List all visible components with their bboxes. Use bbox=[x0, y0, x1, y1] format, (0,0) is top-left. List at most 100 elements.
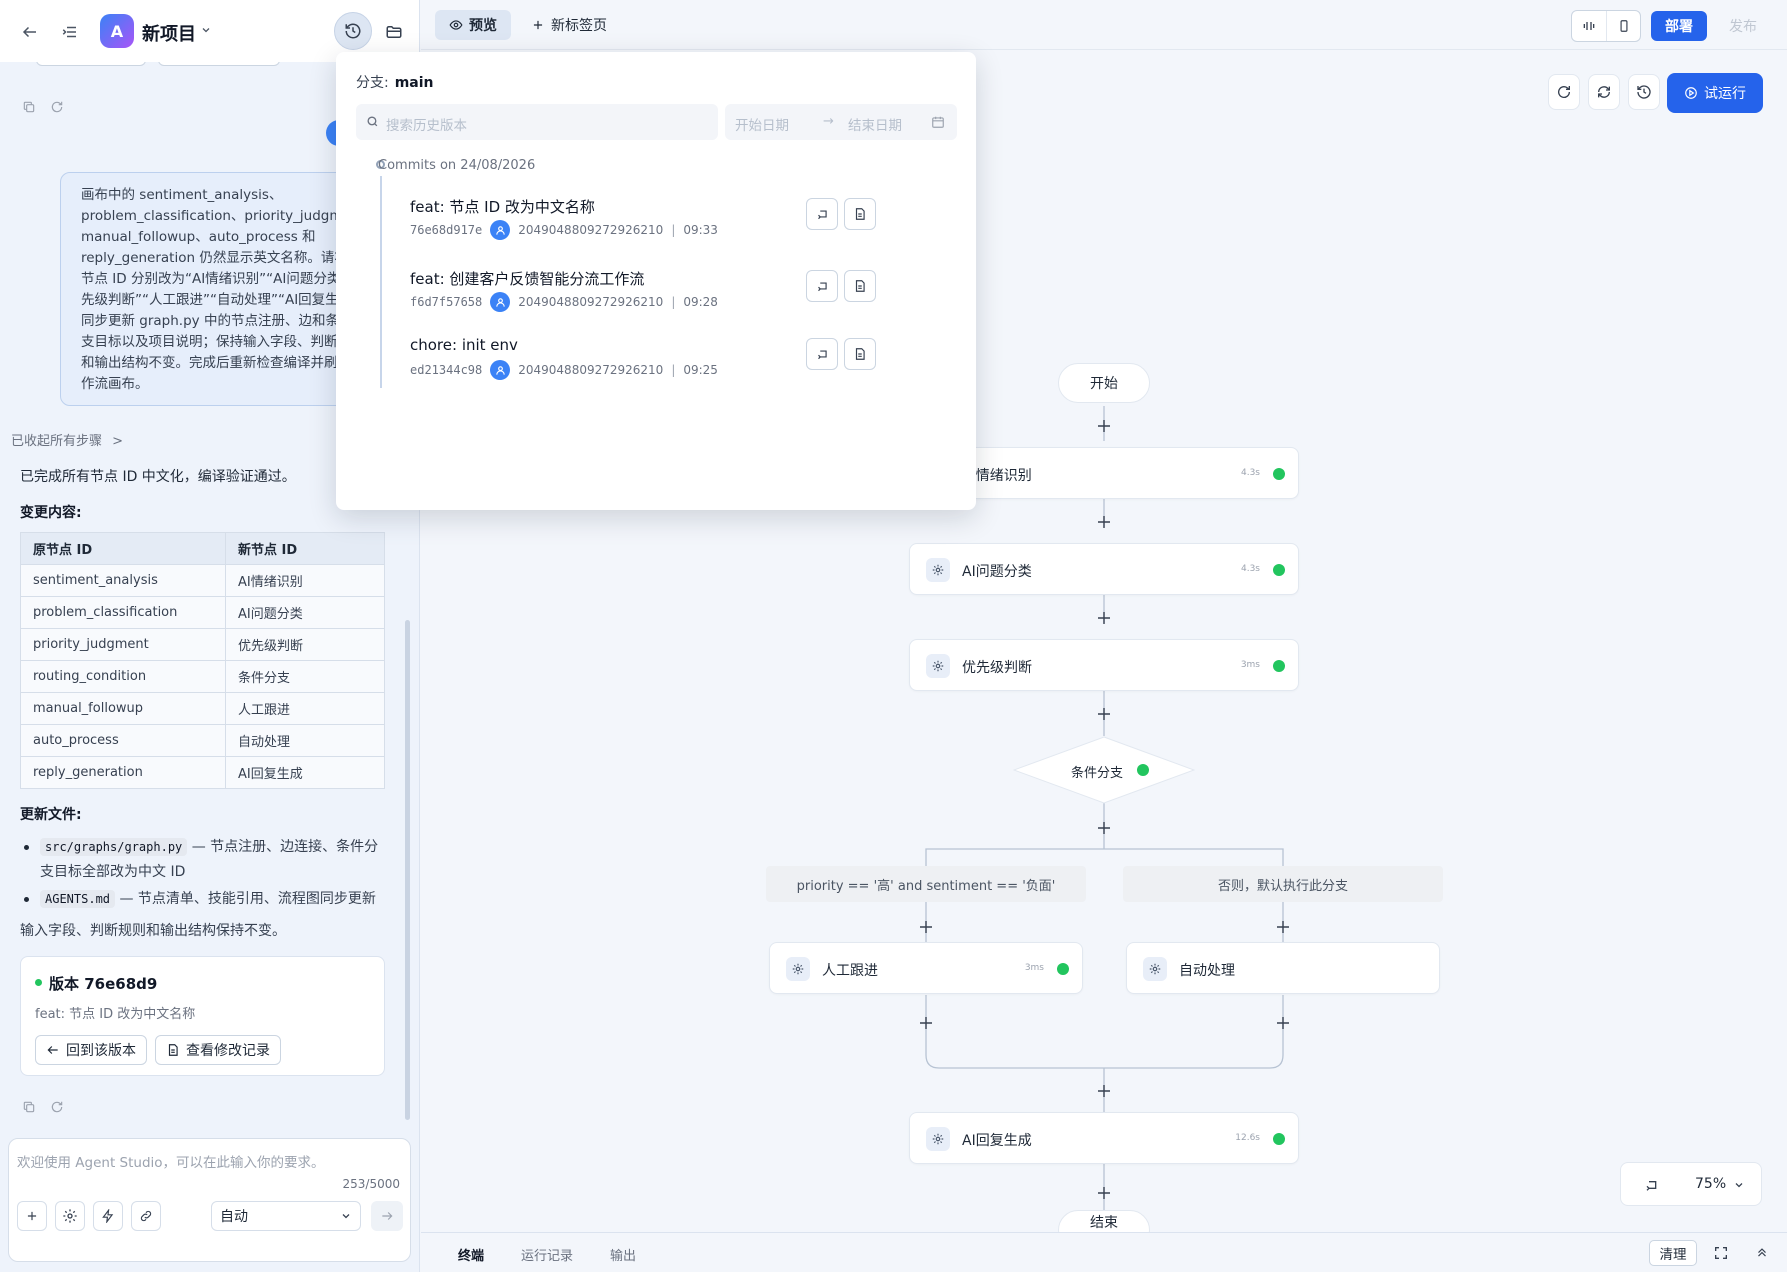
commit-item[interactable]: feat: 节点 ID 改为中文名称 76e68d917e 2049048809… bbox=[410, 196, 950, 256]
node-priority[interactable]: 优先级判断 3ms bbox=[909, 639, 1299, 691]
revert-version-label: 回到该版本 bbox=[66, 1043, 136, 1059]
revert-commit-button[interactable] bbox=[806, 270, 838, 302]
chat-input-box[interactable]: 欢迎使用 Agent Studio，可以在此输入你的要求。 253/5000 自… bbox=[8, 1138, 411, 1262]
table-cell: AI回复生成 bbox=[225, 756, 385, 789]
start-date-field[interactable]: 开始日期 bbox=[735, 114, 789, 134]
commit-meta: ed21344c98 2049048809272926210 | 09:25 bbox=[410, 360, 718, 380]
deploy-button[interactable]: 部署 bbox=[1651, 11, 1707, 41]
condition-node[interactable]: 条件分支 bbox=[1013, 736, 1195, 804]
node-label: AI问题分类 bbox=[962, 564, 1032, 580]
clear-button[interactable]: 清理 bbox=[1649, 1240, 1697, 1266]
table-row: auto_process 自动处理 bbox=[20, 724, 385, 757]
zoom-level[interactable]: 75% bbox=[1695, 1176, 1726, 1192]
top-actions: 部署 发布 bbox=[1571, 10, 1769, 42]
commit-item[interactable]: feat: 创建客户反馈智能分流工作流 f6d7f57658 204904880… bbox=[410, 268, 950, 328]
previous-message-button[interactable] bbox=[158, 62, 280, 66]
arrow-right-icon: → bbox=[823, 114, 834, 129]
commit-time: 09:33 bbox=[683, 223, 718, 237]
chat-scrollbar[interactable] bbox=[405, 620, 410, 1120]
refresh-icon[interactable] bbox=[1548, 74, 1580, 110]
menu-icon[interactable] bbox=[58, 20, 82, 44]
version-title: 版本 76e68d9 bbox=[35, 973, 157, 994]
commit-author: 2049048809272926210 bbox=[518, 295, 664, 309]
main-toolbar: 预览 新标签页 部署 发布 bbox=[421, 0, 1787, 50]
chevrons-up-icon[interactable] bbox=[1755, 1245, 1769, 1259]
tab-terminal[interactable]: 终端 bbox=[458, 1245, 484, 1264]
refresh-icon[interactable] bbox=[50, 1100, 64, 1114]
branch-condition-a[interactable]: priority == '高' and sentiment == '负面' bbox=[766, 866, 1086, 902]
history-search-input[interactable]: 搜索历史版本 bbox=[356, 104, 718, 140]
tab-output[interactable]: 输出 bbox=[610, 1245, 636, 1264]
back-arrow-icon[interactable] bbox=[18, 20, 42, 44]
list-item: AGENTS.md — 节点清单、技能引用、流程图同步更新 bbox=[20, 887, 390, 912]
fullscreen-icon[interactable] bbox=[1713, 1245, 1729, 1261]
plus-icon bbox=[531, 18, 545, 32]
table-cell: 优先级判断 bbox=[225, 628, 385, 661]
add-button[interactable] bbox=[17, 1201, 47, 1231]
copy-icon[interactable] bbox=[22, 1100, 36, 1114]
date-range-picker[interactable]: 开始日期 → 结束日期 bbox=[725, 104, 957, 140]
file-path: AGENTS.md bbox=[40, 890, 116, 908]
chevron-down-icon[interactable] bbox=[1733, 1179, 1745, 1191]
status-dot bbox=[1137, 764, 1149, 776]
document-icon bbox=[166, 1043, 180, 1057]
branch-condition-b[interactable]: 否则，默认执行此分支 bbox=[1123, 866, 1443, 902]
start-node[interactable]: 开始 bbox=[1058, 363, 1150, 403]
user-icon bbox=[490, 220, 511, 240]
trial-run-button[interactable]: 试运行 bbox=[1667, 73, 1763, 113]
tab-preview[interactable]: 预览 bbox=[435, 10, 511, 40]
chevron-right-icon: > bbox=[112, 434, 124, 449]
history-icon[interactable] bbox=[1628, 74, 1660, 110]
mobile-icon[interactable] bbox=[1606, 11, 1640, 41]
commit-hash: 76e68d917e bbox=[410, 223, 483, 237]
refresh-icon[interactable] bbox=[50, 100, 64, 114]
previous-message-button[interactable] bbox=[36, 62, 146, 66]
publish-button[interactable]: 发布 bbox=[1717, 11, 1769, 41]
node-classification[interactable]: AI问题分类 4.3s bbox=[909, 543, 1299, 595]
node-auto-process[interactable]: 自动处理 bbox=[1126, 942, 1440, 994]
chat-input-placeholder[interactable]: 欢迎使用 Agent Studio，可以在此输入你的要求。 bbox=[17, 1151, 325, 1171]
gear-icon bbox=[926, 654, 950, 678]
table-row: problem_classification AI问题分类 bbox=[20, 596, 385, 629]
mode-select[interactable]: 自动 bbox=[211, 1201, 361, 1231]
folder-icon[interactable] bbox=[382, 20, 406, 44]
sync-icon[interactable] bbox=[1588, 74, 1620, 110]
node-manual-followup[interactable]: 人工跟进 3ms bbox=[769, 942, 1083, 994]
view-switcher bbox=[1571, 10, 1641, 42]
project-name[interactable]: 新项目 bbox=[142, 20, 196, 46]
send-button[interactable] bbox=[371, 1201, 403, 1231]
undo-icon[interactable] bbox=[1643, 1177, 1659, 1193]
revert-version-button[interactable]: 回到该版本 bbox=[35, 1035, 147, 1065]
project-avatar[interactable]: A bbox=[100, 14, 134, 48]
table-cell: AI情绪识别 bbox=[225, 564, 385, 597]
view-commit-diff-button[interactable] bbox=[844, 338, 876, 370]
canvas-toolbar bbox=[1548, 74, 1660, 110]
chevron-down-icon[interactable] bbox=[200, 24, 212, 36]
revert-commit-button[interactable] bbox=[806, 198, 838, 230]
new-tab-button[interactable]: 新标签页 bbox=[531, 10, 607, 40]
node-reply-generation[interactable]: AI回复生成 12.6s bbox=[909, 1112, 1299, 1164]
end-date-field[interactable]: 结束日期 bbox=[848, 114, 902, 134]
message-actions bbox=[22, 100, 64, 114]
revert-commit-button[interactable] bbox=[806, 338, 838, 370]
collapse-steps-toggle[interactable]: 已收起所有步骤 > bbox=[11, 430, 123, 449]
view-commit-diff-button[interactable] bbox=[844, 270, 876, 302]
node-duration: 12.6s bbox=[1235, 1133, 1260, 1143]
view-changes-button[interactable]: 查看修改记录 bbox=[155, 1035, 281, 1065]
version-message: feat: 节点 ID 改为中文名称 bbox=[35, 1007, 196, 1022]
copy-icon[interactable] bbox=[22, 100, 36, 114]
history-button[interactable] bbox=[334, 12, 372, 50]
lightning-icon[interactable] bbox=[93, 1201, 123, 1231]
separator: | bbox=[671, 363, 676, 377]
view-commit-diff-button[interactable] bbox=[844, 198, 876, 230]
link-icon[interactable] bbox=[131, 1201, 161, 1231]
collapse-steps-label: 已收起所有步骤 bbox=[11, 434, 103, 449]
signal-icon[interactable] bbox=[1572, 11, 1606, 41]
files-note: 输入字段、判断规则和输出结构保持不变。 bbox=[20, 923, 286, 939]
table-cell: routing_condition bbox=[20, 660, 226, 693]
commit-title: feat: 创建客户反馈智能分流工作流 bbox=[410, 270, 645, 288]
tab-run-records[interactable]: 运行记录 bbox=[521, 1245, 573, 1264]
table-cell: 条件分支 bbox=[225, 660, 385, 693]
commit-item[interactable]: chore: init env ed21344c98 2049048809272… bbox=[410, 336, 950, 396]
settings-gear-icon[interactable] bbox=[55, 1201, 85, 1231]
